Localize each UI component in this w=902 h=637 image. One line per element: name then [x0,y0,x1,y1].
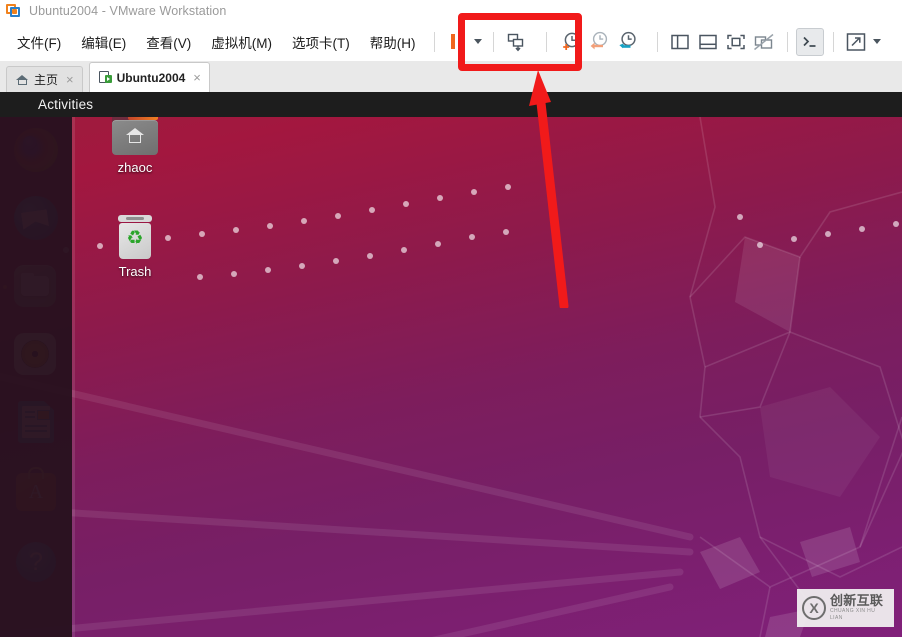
tab-bar: 主页 × Ubuntu2004 × [0,61,902,93]
activities-button[interactable]: Activities [38,97,93,112]
menu-tabs[interactable]: 选项卡(T) [283,29,359,55]
clock-arrow-left-icon [590,31,607,49]
toolbar-separator-6 [832,31,834,52]
toolbar-separator-4 [656,31,658,52]
vm-console-screen[interactable]: Activities zhaoc ♻ Trash X 创新互联 CHUANG X… [0,92,902,637]
trash-icon: ♻ [116,215,154,259]
fullscreen-icon [726,34,745,49]
home-folder-icon [112,115,158,155]
menu-bar: 文件(F) 编辑(E) 查看(V) 虚拟机(M) 选项卡(T) 帮助(H) [0,22,902,61]
unity-mode-disabled-icon [753,33,773,50]
tab-ubuntu2004-close-icon[interactable]: × [193,71,201,84]
desktop-icon-home[interactable]: zhaoc [93,115,177,175]
tab-home-close-icon[interactable]: × [66,73,74,86]
clock-plus-icon [562,32,579,50]
sidebar-icon [670,34,689,49]
dock-edge [72,117,75,637]
toolbar-separator-2 [492,31,494,52]
menu-view[interactable]: 查看(V) [137,29,200,55]
watermark-cn-text: 创新互联 [830,593,884,608]
expand-arrows-icon [846,32,865,51]
send-ctrl-alt-del-button[interactable] [502,28,530,56]
tab-home-label: 主页 [34,73,59,87]
show-bottom-pane-button[interactable] [694,28,722,56]
pause-dropdown-button[interactable] [471,28,485,56]
snapshot-manager-button[interactable] [613,28,641,56]
toolbar-separator-5 [786,31,788,52]
chevron-down-icon [873,39,881,44]
bottom-pane-icon [698,34,717,49]
show-sidebar-button[interactable] [666,28,694,56]
vmware-logo-icon [6,4,20,18]
ubuntu-dock [0,117,72,637]
clock-wrench-icon [618,31,636,48]
toolbar-separator [433,31,435,52]
gnome-top-bar: Activities [0,92,902,117]
unity-mode-button[interactable] [750,28,778,56]
revert-snapshot-button[interactable] [585,28,613,56]
home-icon [16,74,29,86]
chevron-down-icon [474,39,482,44]
watermark-en-text: CHUANG XIN HU LIAN [830,608,876,621]
tab-ubuntu2004-label: Ubuntu2004 [116,70,186,85]
vm-running-icon [98,71,112,84]
pause-icon [451,34,462,49]
terminal-icon [802,36,815,47]
wallpaper-pattern [0,117,902,637]
menu-help[interactable]: 帮助(H) [361,29,425,55]
tab-ubuntu2004[interactable]: Ubuntu2004 × [88,62,210,92]
desktop-icon-home-label: zhaoc [117,160,153,175]
menu-file[interactable]: 文件(F) [8,29,70,55]
window-title: Ubuntu2004 - VMware Workstation [29,4,227,18]
tab-home[interactable]: 主页 × [6,66,83,92]
console-button[interactable] [795,27,824,56]
stretch-view-button[interactable] [842,28,870,56]
desktop-icon-trash-label: Trash [118,264,152,279]
stretch-dropdown-button[interactable] [870,28,884,56]
toolbar-separator-3 [545,31,547,52]
cx-logo-icon [802,596,826,620]
take-snapshot-button[interactable] [557,28,585,56]
vmware-workstation-window: Ubuntu2004 - VMware Workstation 文件(F) 编辑… [0,0,902,637]
fullscreen-button[interactable] [722,28,750,56]
title-bar: Ubuntu2004 - VMware Workstation [0,0,902,23]
menu-vm[interactable]: 虚拟机(M) [202,29,281,55]
menu-edit[interactable]: 编辑(E) [72,29,135,55]
desktop-wallpaper [0,117,902,637]
send-key-icon [507,33,523,51]
pause-button[interactable] [443,28,471,56]
desktop-icon-trash[interactable]: ♻ Trash [93,215,177,279]
watermark: 创新互联 CHUANG XIN HU LIAN [797,589,894,627]
